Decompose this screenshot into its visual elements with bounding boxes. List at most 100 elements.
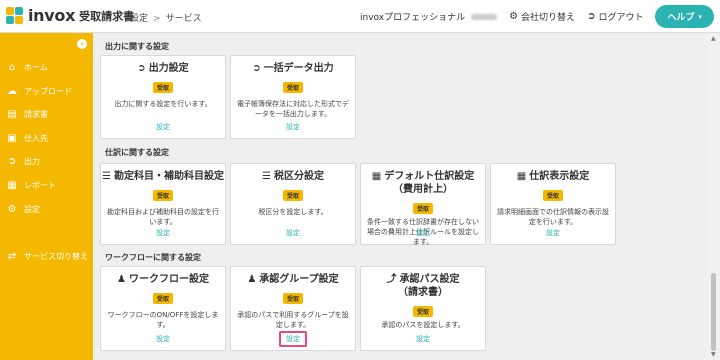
breadcrumb-service: サービス	[165, 14, 202, 24]
card-description: 承認のパスで利用するグループを設定します。	[237, 311, 349, 329]
vertical-scrollbar[interactable]: ▲ ▼	[707, 33, 720, 360]
document-icon: ▤	[7, 108, 17, 120]
sidebar-item-label: レポート	[24, 180, 56, 190]
sidebar-item-upload[interactable]: ☁ アップロード	[0, 81, 93, 101]
sidebar-item-reports[interactable]: ▦ レポート	[0, 175, 93, 195]
export-icon: ➲	[137, 63, 146, 74]
card-tax-category-settings: ☰ 税区分設定 受取 税区分を設定します。 設定	[230, 163, 356, 245]
card-title-line2: （請求書）	[398, 287, 448, 298]
scrollbar-thumb[interactable]	[711, 273, 716, 351]
breadcrumb-settings[interactable]: 設定	[130, 14, 148, 24]
card-description: 税区分を設定します。	[258, 208, 328, 216]
app-logo[interactable]: invox 受取請求書	[6, 6, 134, 25]
logout-button[interactable]: ➲ ログアウト	[587, 10, 643, 23]
header-actions: invoxプロフェッショナル ⚙ 会社切り替え ➲ ログアウト ヘルプ ▾	[360, 0, 720, 33]
list-icon: ☰	[262, 171, 271, 182]
export-icon: ➲	[252, 63, 261, 74]
settings-link[interactable]: 設定	[101, 334, 225, 344]
receive-badge: 受取	[282, 293, 303, 304]
settings-link[interactable]: 設定	[361, 334, 485, 344]
card-approval-path-settings: ⤴ 承認パス設定 （請求書） 受取 承認のパスを設定します。 設定	[360, 266, 486, 351]
card-description: 出力に関する設定を行います。	[114, 100, 212, 108]
logo-mark-icon	[6, 6, 24, 25]
receive-badge: 受取	[152, 293, 173, 304]
settings-link[interactable]: 設定	[231, 122, 355, 132]
switch-company-button[interactable]: ⚙ 会社切り替え	[509, 10, 575, 23]
users-icon: ♟	[247, 274, 257, 285]
sidebar-item-label: 出力	[24, 156, 40, 166]
chevron-down-icon: ▾	[698, 12, 702, 21]
sidebar-item-output[interactable]: ➲ 出力	[0, 151, 93, 171]
building-icon: ▣	[7, 132, 17, 144]
top-header: invox 受取請求書 設定 > サービス invoxプロフェッショナル ⚙ 会社切…	[0, 0, 720, 33]
logo-subtitle: 受取請求書	[79, 9, 135, 23]
switch-icon: ⇄	[7, 250, 17, 262]
sidebar-item-label: ホーム	[24, 62, 48, 72]
sidebar: ‹ ⌂ ホーム ☁ アップロード ▤ 請求書 ▣ 仕入先 ➲ 出力 ▦ レポート ⚙ 設定 ⇄…	[0, 33, 93, 360]
gear-icon: ⚙	[7, 203, 17, 215]
home-icon: ⌂	[8, 61, 16, 73]
card-title: ☰ 税区分設定	[262, 171, 324, 182]
breadcrumb-separator: >	[153, 14, 161, 24]
sidebar-item-label: 仕入先	[24, 133, 48, 143]
receive-badge: 受取	[412, 203, 433, 214]
card-description: ワークフローのON/OFFを設定します。	[107, 311, 219, 329]
receive-badge: 受取	[152, 190, 173, 201]
route-icon: ⤴	[386, 274, 397, 285]
logout-icon: ➲	[587, 11, 596, 22]
card-description: 承認のパスを設定します。	[381, 321, 465, 329]
settings-link[interactable]: 設定	[491, 228, 615, 238]
receive-badge: 受取	[412, 306, 433, 317]
export-icon: ➲	[7, 155, 17, 167]
table-icon: ▦	[371, 171, 382, 182]
sidebar-item-switch-service[interactable]: ⇄ サービス切り替え	[0, 246, 93, 266]
scroll-down-icon[interactable]: ▼	[711, 351, 716, 358]
chart-icon: ▦	[7, 179, 17, 191]
sidebar-item-suppliers[interactable]: ▣ 仕入先	[0, 128, 93, 148]
card-title: ➲ 一括データ出力	[252, 63, 334, 74]
card-description: 勘定科目および補助科目の設定を行います。	[107, 208, 219, 226]
card-account-settings: ☰ 勘定科目・補助科目設定 受取 勘定科目および補助科目の設定を行います。 設定	[100, 163, 226, 245]
receive-badge: 受取	[542, 190, 563, 201]
logo-text: invox	[28, 6, 76, 25]
card-description: 電子帳簿保存法に対応した形式でデータを一括出力します。	[237, 100, 349, 118]
card-title: ♟ 承認グループ設定	[247, 274, 339, 285]
settings-link-highlighted[interactable]: 設定	[231, 331, 355, 347]
sidebar-item-label: サービス切り替え	[24, 251, 88, 261]
table-icon: ▦	[516, 171, 527, 182]
settings-link[interactable]: 設定	[101, 122, 225, 132]
settings-link[interactable]: 設定	[361, 228, 485, 238]
organization-name: invoxプロフェッショナル	[359, 13, 466, 23]
help-button[interactable]: ヘルプ ▾	[655, 5, 714, 28]
receive-badge: 受取	[282, 190, 303, 201]
user-tie-icon: ♟	[117, 274, 126, 285]
receive-badge: 受取	[152, 82, 173, 93]
card-workflow-settings: ♟ ワークフロー設定 受取 ワークフローのON/OFFを設定します。 設定	[100, 266, 226, 351]
main-content: 出力に関する設定 ➲ 出力設定 受取 出力に関する設定を行います。 設定 ➲ 一括デ…	[93, 33, 707, 360]
sidebar-item-settings[interactable]: ⚙ 設定	[0, 199, 93, 219]
sidebar-item-home[interactable]: ⌂ ホーム	[0, 57, 93, 77]
list-icon: ☰	[102, 171, 111, 182]
card-output-settings: ➲ 出力設定 受取 出力に関する設定を行います。 設定	[100, 55, 226, 139]
card-title: ☰ 勘定科目・補助科目設定	[102, 171, 224, 182]
collapse-sidebar-icon[interactable]: ‹	[77, 39, 87, 49]
switch-company-label: 会社切り替え	[521, 13, 576, 23]
users-icon: ⚙	[509, 11, 519, 22]
logout-label: ログアウト	[598, 13, 644, 23]
section-title-output: 出力に関する設定	[105, 42, 169, 51]
card-bulk-data-export: ➲ 一括データ出力 受取 電子帳簿保存法に対応した形式でデータを一括出力します。 …	[230, 55, 356, 139]
settings-link[interactable]: 設定	[231, 228, 355, 238]
card-approval-group-settings: ♟ 承認グループ設定 受取 承認のパスで利用するグループを設定します。 設定	[230, 266, 356, 351]
sidebar-item-label: 請求書	[24, 109, 48, 119]
redacted-username	[471, 13, 498, 20]
sidebar-item-label: 設定	[24, 204, 40, 214]
receive-badge: 受取	[282, 82, 303, 93]
sidebar-item-invoices[interactable]: ▤ 請求書	[0, 104, 93, 124]
breadcrumb: 設定 > サービス	[130, 11, 202, 24]
help-label: ヘルプ	[667, 13, 695, 23]
sidebar-item-label: アップロード	[24, 86, 72, 96]
settings-link[interactable]: 設定	[101, 228, 225, 238]
card-default-journal-settings: ▦ デフォルト仕訳設定 （費用計上） 受取 条件一致する仕訳辞書が存在しない場合の費…	[360, 163, 486, 246]
card-journal-display-settings: ▦ 仕訳表示設定 受取 請求明細画面での仕訳情報の表示設定を行います。 設定	[490, 163, 616, 245]
scroll-up-icon[interactable]: ▲	[711, 35, 716, 42]
